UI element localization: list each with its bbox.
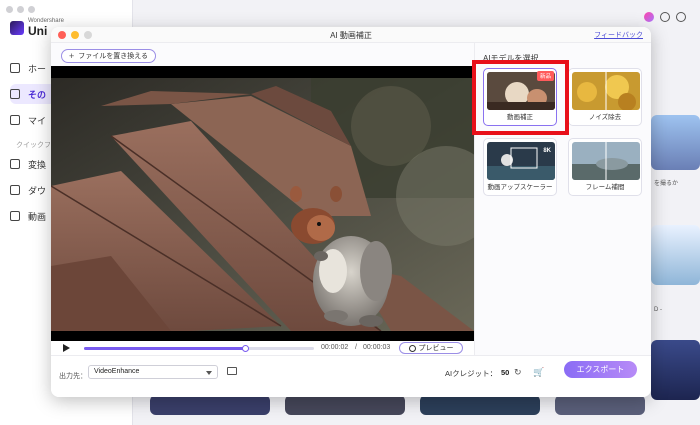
output-location-value: VideoEnhance <box>94 368 140 375</box>
toolbox-icon <box>10 89 20 99</box>
preview-button[interactable]: プレビュー <box>399 342 463 354</box>
dialog-titlebar: AI 動画補正 フィードバック <box>51 27 651 43</box>
model-card-upscaler[interactable]: 8K 動画アップスケーラー <box>483 138 557 196</box>
convert-icon <box>10 159 20 169</box>
background-card <box>555 395 645 415</box>
dialog-footer: 出力先： VideoEnhance AIクレジット： 50 ↻ 🛒 エクスポート <box>51 355 651 397</box>
seek-bar-progress <box>84 347 245 350</box>
ai-credit-label: AIクレジット： <box>445 369 498 378</box>
output-location-select[interactable]: VideoEnhance <box>88 365 218 379</box>
ai-credit-value: 50 <box>501 368 510 377</box>
video-frame-image <box>51 66 474 341</box>
message-icon[interactable] <box>660 12 670 22</box>
background-card-text: D - <box>654 307 662 313</box>
logo-mark-icon <box>10 20 24 35</box>
home-icon <box>10 63 20 73</box>
feedback-link[interactable]: フィードバック <box>594 30 643 40</box>
video-editor-icon <box>10 211 20 221</box>
background-card <box>651 225 700 285</box>
background-card-text: を撮るか <box>654 181 679 187</box>
model-thumbnail-image <box>572 72 640 110</box>
play-icon[interactable] <box>63 344 70 352</box>
model-label: 動画アップスケーラー <box>487 184 553 191</box>
replace-file-button[interactable]: + ファイルを置き換える <box>61 49 157 63</box>
background-card <box>285 395 405 415</box>
model-thumbnail <box>572 142 640 180</box>
seek-bar[interactable] <box>84 345 314 352</box>
model-card-noise-reduction[interactable]: ノイズ除去 <box>568 68 642 126</box>
folder-icon[interactable] <box>227 367 237 375</box>
dialog-title: AI 動画補正 <box>330 31 372 40</box>
background-window-controls <box>6 6 35 13</box>
export-button[interactable]: エクスポート <box>564 361 637 378</box>
background-card <box>150 395 270 415</box>
cart-icon[interactable]: 🛒 <box>533 367 544 378</box>
model-label: ノイズ除去 <box>588 114 622 121</box>
support-icon[interactable] <box>676 12 686 22</box>
background-card <box>651 115 700 170</box>
refresh-icon[interactable]: ↻ <box>514 367 522 378</box>
output-location-label: 出力先： <box>59 373 87 380</box>
total-time: 00:00:03 <box>363 344 391 351</box>
model-card-frame-interpolation[interactable]: フレーム補間 <box>568 138 642 196</box>
preview-label: プレビュー <box>418 345 454 352</box>
model-thumbnail-image <box>572 142 640 180</box>
plus-icon: + <box>69 50 75 61</box>
highlight-annotation <box>472 60 569 135</box>
background-card <box>651 340 700 400</box>
model-thumbnail: 8K <box>487 142 555 180</box>
preview-icon <box>408 344 416 352</box>
replace-file-label: ファイルを置き換える <box>78 53 149 60</box>
background-top-icons <box>644 12 686 22</box>
download-icon <box>10 185 20 195</box>
avatar-icon[interactable] <box>644 12 654 22</box>
chevron-down-icon <box>206 371 212 375</box>
quick-section-label: クイックフ <box>16 142 51 149</box>
upscale-8k-badge: 8K <box>543 148 551 154</box>
video-preview[interactable] <box>51 66 474 341</box>
time-separator: / <box>355 344 357 351</box>
playback-controls: 00:00:02 / 00:00:03 プレビュー <box>51 341 474 355</box>
current-time: 00:00:02 <box>321 344 349 351</box>
seek-bar-handle[interactable] <box>242 345 249 352</box>
folder-icon <box>10 115 20 125</box>
model-label: フレーム補間 <box>585 184 625 191</box>
model-thumbnail <box>572 72 640 110</box>
background-card <box>420 395 540 415</box>
video-pane: + ファイルを置き換える 00:00:02 / 00:00:03 プレビュー <box>51 43 475 355</box>
